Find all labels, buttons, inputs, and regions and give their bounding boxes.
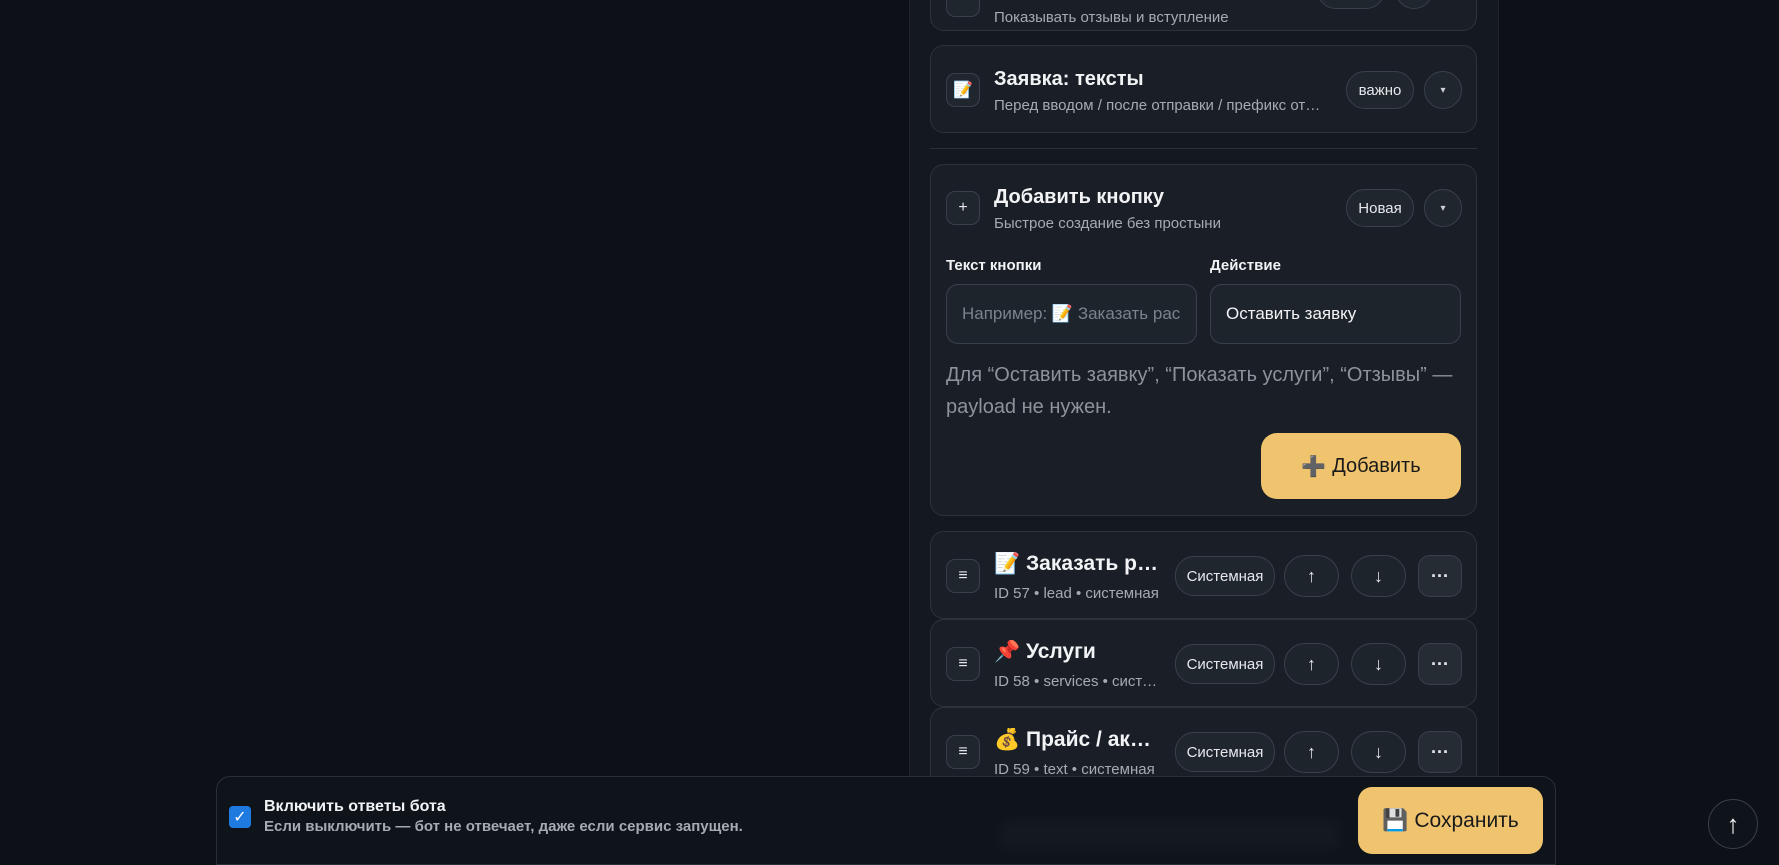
move-up-button[interactable]: ↑ (1284, 555, 1339, 597)
card-subtitle: Показывать отзывы и вступление (994, 9, 1229, 26)
list-item[interactable]: ≡ 📝 Заказать расчёт ID 57 • lead • систе… (930, 531, 1477, 619)
more-options-button[interactable]: ··· (1418, 643, 1462, 685)
card-title: Заявка: тексты (994, 68, 1144, 90)
action-select[interactable]: Оставить заявку (1210, 284, 1461, 344)
move-up-button[interactable]: ↑ (1284, 643, 1339, 685)
chevron-down-icon[interactable]: ▾ (1424, 189, 1462, 227)
scroll-to-top-button[interactable]: ↑ (1708, 799, 1758, 849)
save-button[interactable]: 💾 Сохранить (1358, 787, 1543, 854)
divider (930, 148, 1477, 149)
move-up-button[interactable]: ↑ (1284, 731, 1339, 773)
button-title-text: Прайс / акции (1026, 728, 1159, 751)
blurred-content (1000, 820, 1340, 850)
button-title-text: Услуги (1026, 640, 1096, 663)
button-text-input[interactable] (962, 304, 1181, 324)
enable-bot-title: Включить ответы бота (264, 798, 446, 815)
plus-icon: + (946, 191, 980, 225)
card-subtitle: Быстрое создание без простыни (994, 215, 1221, 232)
important-badge: важно (1346, 71, 1414, 109)
button-text-label: Текст кнопки (946, 257, 1042, 274)
system-badge: Системная (1175, 732, 1275, 772)
more-options-button[interactable]: ··· (1418, 731, 1462, 773)
badge (1317, 0, 1385, 9)
add-button[interactable]: ➕ Добавить (1261, 433, 1461, 499)
move-down-button[interactable]: ↓ (1351, 731, 1406, 773)
save-button-label: Сохранить (1414, 808, 1519, 832)
plus-icon: ➕ (1301, 455, 1327, 478)
reviews-card[interactable]: Показывать отзывы и вступление (930, 0, 1477, 31)
enable-bot-checkbox[interactable]: ✓ (229, 806, 251, 828)
button-meta: ID 58 • services • системная (994, 673, 1159, 690)
chevron-down-icon[interactable] (1395, 0, 1433, 9)
enable-bot-description: Если выключить — бот не отвечает, даже е… (264, 818, 743, 835)
payload-hint: Для “Оставить заявку”, “Показать услуги”… (946, 364, 1453, 418)
card-icon (946, 0, 980, 17)
button-title: 📌 Услуги (994, 640, 1159, 664)
button-title: 💰 Прайс / акции (994, 728, 1159, 752)
action-label: Действие (1210, 257, 1281, 274)
move-down-button[interactable]: ↓ (1351, 555, 1406, 597)
drag-handle-icon[interactable]: ≡ (946, 647, 980, 681)
button-title: 📝 Заказать расчёт (994, 552, 1159, 576)
button-meta: ID 57 • lead • системная (994, 585, 1159, 602)
system-badge: Системная (1175, 556, 1275, 596)
memo-icon: 📝 (946, 73, 980, 107)
floppy-disk-icon: 💾 (1382, 808, 1409, 832)
more-options-button[interactable]: ··· (1418, 555, 1462, 597)
system-badge: Системная (1175, 644, 1275, 684)
new-badge: Новая (1346, 189, 1414, 227)
chevron-down-icon[interactable]: ▾ (1424, 71, 1462, 109)
list-item[interactable]: ≡ 📌 Услуги ID 58 • services • системная … (930, 619, 1477, 707)
button-title-text: Заказать расчёт (1026, 552, 1159, 575)
pin-icon: 📌 (994, 640, 1021, 663)
drag-handle-icon[interactable]: ≡ (946, 559, 980, 593)
button-text-field[interactable] (946, 284, 1197, 344)
add-button-label: Добавить (1332, 454, 1421, 477)
card-title: Добавить кнопку (994, 186, 1164, 208)
lead-texts-card[interactable]: 📝 Заявка: тексты Перед вводом / после от… (930, 45, 1477, 133)
money-bag-icon: 💰 (994, 728, 1021, 751)
card-subtitle: Перед вводом / после отправки / префикс … (994, 97, 1324, 114)
drag-handle-icon[interactable]: ≡ (946, 735, 980, 769)
move-down-button[interactable]: ↓ (1351, 643, 1406, 685)
memo-icon: 📝 (994, 552, 1021, 575)
